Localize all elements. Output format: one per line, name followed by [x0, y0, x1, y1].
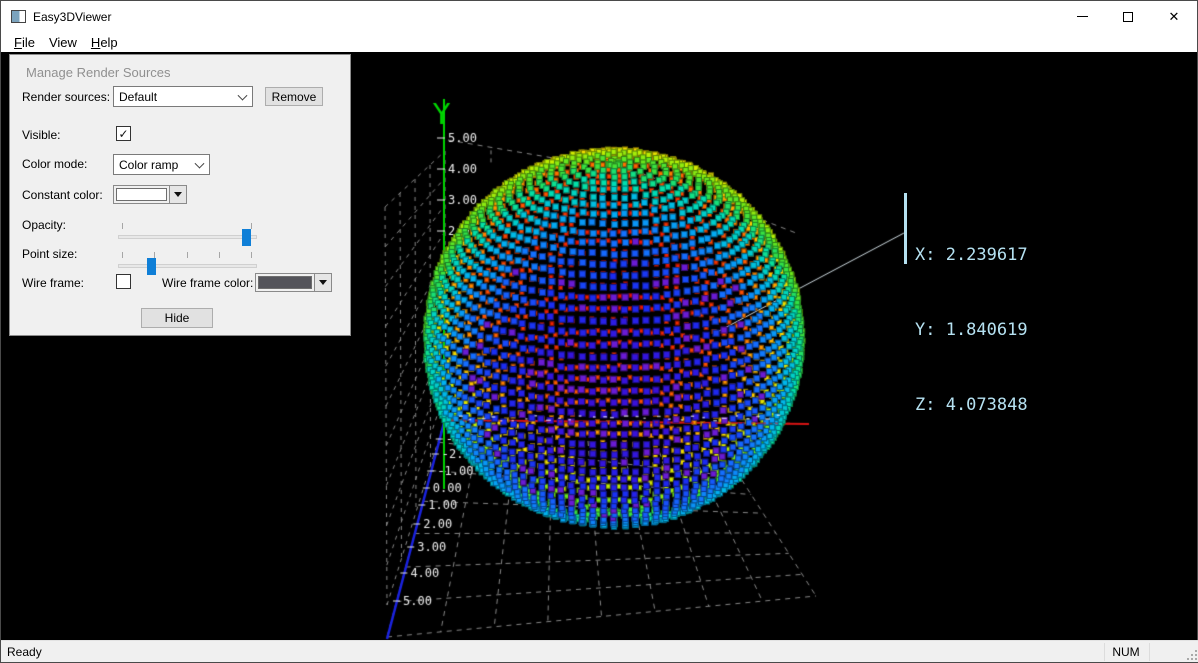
render-sources-dropdown[interactable]: Default — [113, 86, 253, 107]
status-bar: Ready NUM — [1, 640, 1198, 662]
window-title: Easy3DViewer — [33, 10, 111, 24]
app-icon — [11, 10, 26, 23]
close-button[interactable]: ✕ — [1151, 1, 1197, 32]
wire-frame-label: Wire frame: — [22, 276, 84, 290]
point-size-label: Point size: — [22, 247, 77, 261]
hide-button[interactable]: Hide — [141, 308, 213, 328]
opacity-label: Opacity: — [22, 218, 66, 232]
maximize-button[interactable] — [1105, 1, 1151, 32]
color-mode-label: Color mode: — [22, 157, 87, 171]
minimize-button[interactable] — [1059, 1, 1105, 32]
constant-color-dropdown-button[interactable] — [169, 186, 186, 203]
wire-frame-color-label: Wire frame color: — [162, 276, 253, 290]
check-icon: ✓ — [118, 127, 128, 141]
color-mode-dropdown[interactable]: Color ramp — [113, 154, 210, 175]
chevron-down-icon — [195, 158, 205, 168]
render-sources-value: Default — [119, 90, 157, 104]
annotation-y: Y: 1.840619 — [915, 318, 1028, 343]
opacity-slider-handle[interactable] — [242, 229, 251, 246]
opacity-slider-track[interactable] — [118, 235, 257, 239]
viewport-3d: X: 2.239617 Y: 1.840619 Z: 4.073848 Mana… — [1, 52, 1197, 642]
annotation-z: Z: 4.073848 — [915, 393, 1028, 418]
render-sources-label: Render sources: — [22, 90, 110, 104]
close-icon: ✕ — [1169, 10, 1180, 23]
wire-frame-color-swatch — [258, 276, 312, 289]
menu-view[interactable]: View — [42, 34, 84, 51]
title-bar[interactable]: Easy3DViewer ✕ — [1, 1, 1197, 32]
wire-frame-color-picker[interactable] — [255, 273, 332, 292]
slider-tick — [251, 252, 252, 258]
triangle-down-icon — [319, 280, 327, 285]
annotation-x: X: 2.239617 — [915, 243, 1028, 268]
triangle-down-icon — [174, 192, 182, 197]
resize-grip[interactable] — [1185, 648, 1197, 660]
visible-checkbox[interactable]: ✓ — [116, 126, 131, 141]
slider-tick — [122, 223, 123, 229]
visible-label: Visible: — [22, 128, 60, 142]
constant-color-swatch — [116, 188, 167, 201]
app-window: Easy3DViewer ✕ File View Help X: 2.23961… — [0, 0, 1198, 663]
menu-bar: File View Help — [1, 32, 1197, 52]
manage-render-sources-panel: Manage Render Sources Render sources: De… — [9, 54, 351, 336]
remove-button[interactable]: Remove — [265, 87, 323, 106]
point-size-slider-track[interactable] — [118, 264, 257, 268]
annotation-bar — [904, 193, 907, 264]
panel-title: Manage Render Sources — [26, 65, 171, 80]
point-size-slider-handle[interactable] — [147, 258, 156, 275]
menu-help[interactable]: Help — [84, 34, 125, 51]
slider-tick — [122, 252, 123, 258]
minimize-icon — [1077, 16, 1088, 17]
color-mode-value: Color ramp — [119, 158, 178, 172]
num-lock-indicator: NUM — [1109, 645, 1143, 659]
slider-tick — [219, 252, 220, 258]
status-message: Ready — [7, 645, 42, 659]
wire-frame-color-dropdown-button[interactable] — [314, 274, 331, 291]
status-separator — [1149, 643, 1150, 661]
status-separator — [1104, 643, 1105, 661]
constant-color-label: Constant color: — [22, 188, 103, 202]
menu-file[interactable]: File — [7, 34, 42, 51]
point-annotation: X: 2.239617 Y: 1.840619 Z: 4.073848 — [915, 193, 1028, 468]
chevron-down-icon — [238, 90, 248, 100]
maximize-icon — [1123, 12, 1133, 22]
wire-frame-checkbox[interactable] — [116, 274, 131, 289]
slider-tick — [187, 252, 188, 258]
constant-color-picker[interactable] — [113, 185, 187, 204]
